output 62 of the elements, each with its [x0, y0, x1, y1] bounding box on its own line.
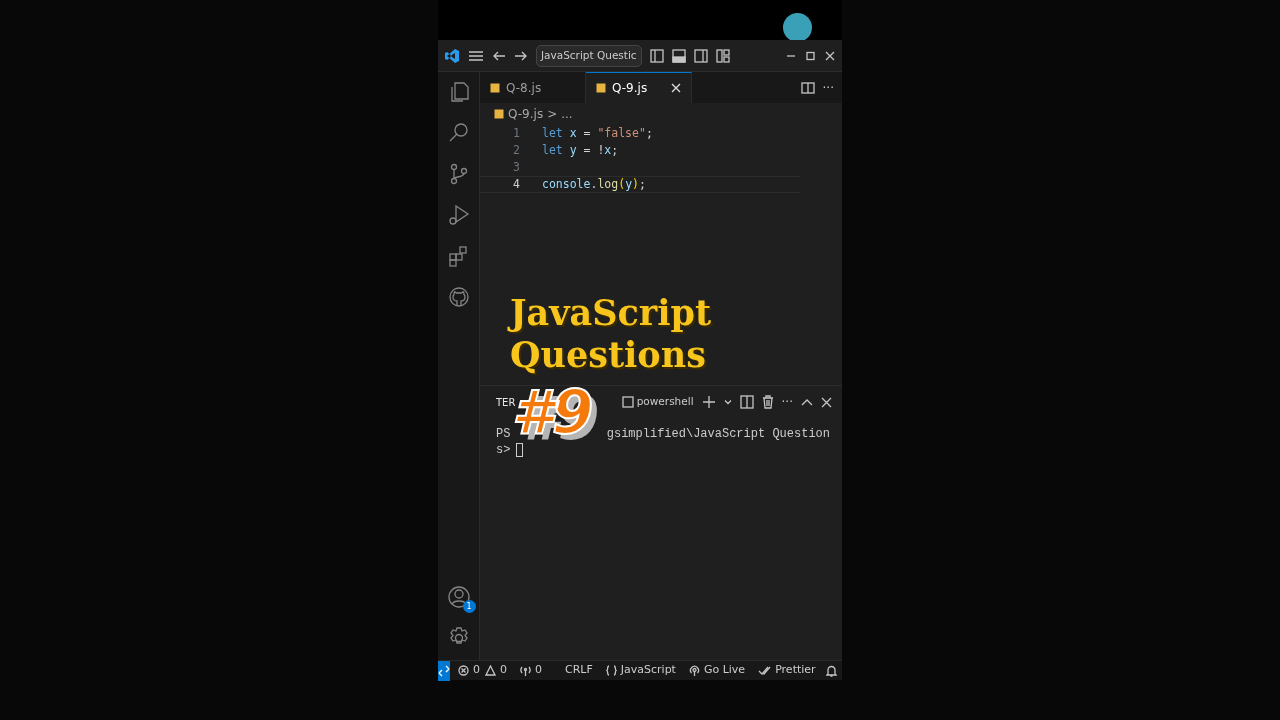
js-file-icon — [494, 109, 504, 119]
panel-toggle-icon[interactable] — [671, 48, 686, 63]
language-status[interactable]: JavaScript — [620, 662, 676, 679]
more-actions-button[interactable]: ··· — [822, 78, 834, 97]
back-arrow-icon[interactable] — [492, 49, 506, 62]
run-debug-icon[interactable] — [446, 203, 471, 227]
line-ending-status[interactable]: CRLF — [565, 662, 593, 679]
account-icon[interactable] — [446, 585, 471, 609]
breadcrumb-separator: > — [547, 106, 558, 123]
code-line: let x = "false"; — [542, 124, 653, 142]
notification-count: 1 — [462, 600, 476, 613]
terminal-text: PS — [496, 426, 511, 443]
broadcast-icon — [688, 665, 700, 676]
editor-tab[interactable]: Q-9.js — [586, 72, 692, 103]
ports-count[interactable]: 0 — [535, 662, 542, 679]
warning-count[interactable]: 0 — [500, 662, 507, 679]
close-icon[interactable] — [671, 83, 681, 93]
more-actions-button[interactable]: ··· — [781, 393, 793, 411]
command-center-field[interactable]: JavaScript Questic — [536, 44, 642, 67]
double-check-icon — [758, 665, 772, 676]
code-line: let y = !x; — [542, 141, 619, 159]
line-number: 3 — [512, 158, 521, 176]
breadcrumb-item[interactable]: ... — [561, 105, 573, 123]
close-icon[interactable] — [824, 50, 836, 61]
trash-icon[interactable] — [761, 395, 774, 409]
line-number: 4 — [512, 175, 521, 193]
layout-icon[interactable] — [715, 48, 730, 63]
close-icon[interactable] — [821, 396, 832, 408]
warning-icon — [485, 665, 496, 676]
split-editor-icon[interactable] — [800, 80, 815, 95]
github-icon[interactable] — [446, 285, 471, 309]
plus-icon[interactable] — [701, 395, 716, 409]
menu-icon[interactable] — [468, 49, 484, 62]
js-file-icon — [596, 83, 606, 93]
chevron-up-icon[interactable] — [801, 398, 813, 406]
braces-icon — [605, 665, 617, 676]
terminal-name[interactable]: powershell — [636, 394, 694, 410]
prettier-status[interactable]: Prettier — [775, 662, 816, 679]
js-file-icon — [490, 82, 500, 93]
line-number: 1 — [512, 124, 521, 142]
terminal-icon — [621, 396, 634, 408]
code-line: console.log(y); — [542, 175, 646, 193]
terminal-text: s> — [496, 442, 511, 459]
breadcrumb-item[interactable]: Q-9.js — [508, 105, 544, 123]
error-count[interactable]: 0 — [473, 662, 480, 679]
line-number: 2 — [512, 141, 521, 159]
remote-button[interactable] — [438, 660, 450, 681]
remote-icon — [438, 664, 450, 677]
overlay-title: Questions — [510, 334, 707, 376]
split-terminal-icon[interactable] — [739, 395, 754, 409]
chevron-down-icon[interactable] — [723, 398, 732, 406]
vscode-logo-icon — [444, 47, 460, 64]
maximize-icon[interactable] — [804, 50, 816, 61]
secondary-sidebar-icon[interactable] — [693, 48, 708, 63]
terminal-text: gsimplified\JavaScript Question — [606, 426, 830, 443]
go-live-button[interactable]: Go Live — [703, 662, 746, 679]
sidebar-toggle-icon[interactable] — [649, 48, 664, 63]
channel-avatar — [783, 13, 812, 42]
forward-arrow-icon[interactable] — [514, 49, 528, 62]
error-icon — [458, 665, 469, 676]
bell-icon[interactable] — [825, 664, 837, 677]
ports-icon — [520, 665, 531, 676]
